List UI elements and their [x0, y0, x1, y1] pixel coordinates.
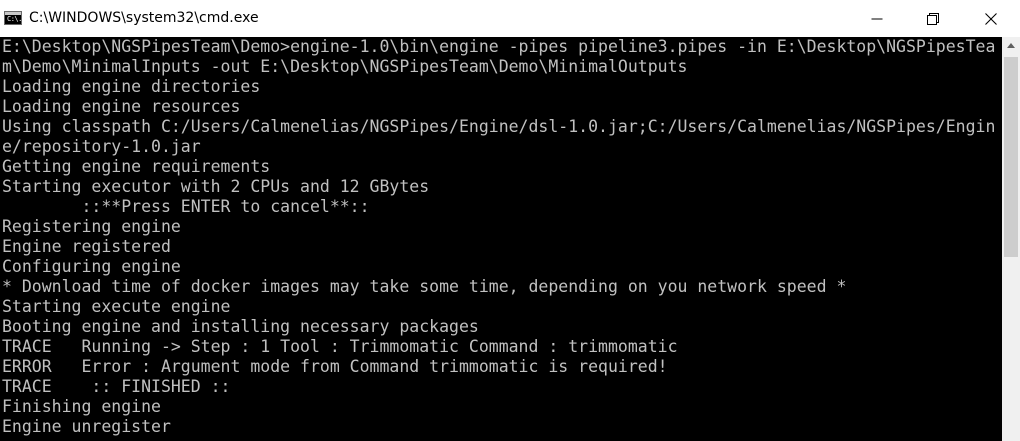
console-line: E:\Desktop\NGSPipesTeam\Demo>engine-1.0\… — [2, 37, 996, 56]
console-line: Finishing engine — [2, 397, 161, 416]
title-bar[interactable]: C:\. C:\WINDOWS\system32\cmd.exe — [0, 0, 1020, 37]
close-button[interactable] — [968, 0, 1014, 37]
minimize-button[interactable] — [854, 0, 900, 37]
console-line: e/repository-1.0.jar — [2, 137, 201, 156]
console-line: ::**Press ENTER to cancel**:: — [2, 197, 370, 216]
restore-button[interactable] — [910, 0, 956, 37]
console-line: Booting engine and installing necessary … — [2, 317, 479, 336]
scroll-up-button[interactable] — [1002, 37, 1020, 54]
console-line: Registering engine — [2, 217, 181, 236]
console-line: TRACE Running -> Step : 1 Tool : Trimmom… — [2, 337, 678, 356]
icon-glyph: C:\. — [7, 15, 22, 23]
console-line: Configuring engine — [2, 257, 181, 276]
console-line: Engine registered — [2, 237, 171, 256]
scroll-thumb[interactable] — [1004, 57, 1018, 257]
console-line: Getting engine requirements — [2, 157, 271, 176]
console-line: TRACE :: FINISHED :: — [2, 377, 231, 396]
cmd-window: C:\. C:\WINDOWS\system32\cmd.exe E:\Desk… — [0, 0, 1020, 441]
console-line: Starting execute engine — [2, 297, 231, 316]
close-icon — [985, 12, 997, 25]
scroll-up-arrow-icon — [1007, 43, 1015, 48]
minimize-icon — [871, 18, 883, 19]
console-line: Engine unregister — [2, 417, 171, 436]
cmd-console-icon[interactable]: C:\. — [4, 11, 22, 25]
console-line: * Download time of docker images may tak… — [2, 277, 847, 296]
console-line: Using classpath C:/Users/Calmenelias/NGS… — [2, 117, 996, 136]
console-line: ERROR Error : Argument mode from Command… — [2, 357, 668, 376]
console-line: Loading engine resources — [2, 97, 241, 116]
window-title: C:\WINDOWS\system32\cmd.exe — [29, 10, 259, 26]
restore-icon — [927, 12, 939, 25]
console-line: Loading engine directories — [2, 77, 261, 96]
console-line: Starting executor with 2 CPUs and 12 GBy… — [2, 177, 430, 196]
vertical-scrollbar[interactable] — [1002, 37, 1020, 441]
console-output[interactable]: E:\Desktop\NGSPipesTeam\Demo>engine-1.0\… — [0, 37, 1002, 441]
console-line: m\Demo\MinimalInputs -out E:\Desktop\NGS… — [2, 57, 688, 76]
